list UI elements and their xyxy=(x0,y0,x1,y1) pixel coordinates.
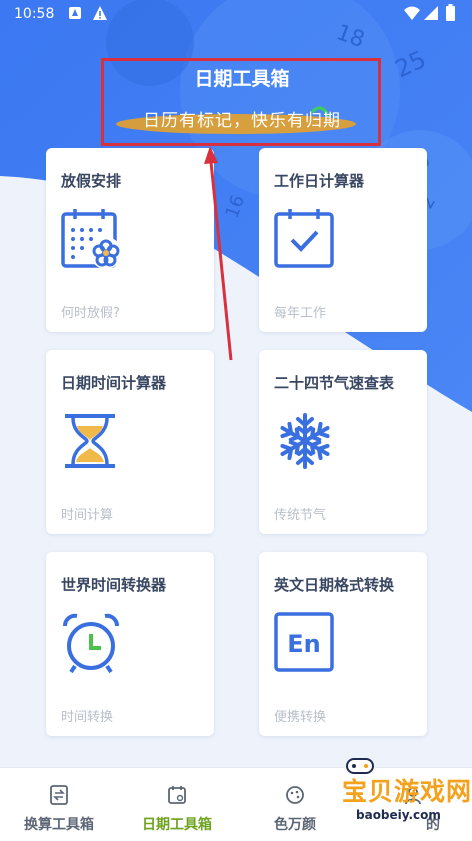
status-bar: 10:58 xyxy=(0,0,472,28)
card-english-date-format[interactable]: 英文日期格式转换 En 便携转换 xyxy=(259,552,427,736)
card-subtitle: 何时放假? xyxy=(61,306,120,321)
card-solar-terms-table[interactable]: 二十四节气速查表 传统节气 xyxy=(259,350,427,534)
card-title: 日期时间计算器 xyxy=(61,374,167,392)
snowflake-icon xyxy=(276,413,334,469)
card-title: 世界时间转换器 xyxy=(61,576,167,594)
card-holiday-schedule[interactable]: 放假安排 何时放假? xyxy=(46,148,214,332)
card-title: 工作日计算器 xyxy=(274,172,365,190)
card-title: 放假安排 xyxy=(61,172,122,190)
card-subtitle: 时间转换 xyxy=(61,710,114,725)
card-subtitle: 便携转换 xyxy=(274,710,327,725)
calendar-tools-icon xyxy=(168,786,186,804)
watermark: 宝贝游戏网 baobeiy.com xyxy=(296,752,472,840)
notification-app-icon xyxy=(69,7,81,19)
card-subtitle: 传统节气 xyxy=(274,508,327,523)
card-title: 二十四节气速查表 xyxy=(274,374,395,392)
annotation-box xyxy=(101,58,381,146)
watermark-url: baobeiy.com xyxy=(356,808,441,822)
tab-label: 日期工具箱 xyxy=(142,817,212,833)
calendar-flower-icon xyxy=(61,209,122,269)
signal-icon xyxy=(424,6,438,20)
status-time: 10:58 xyxy=(14,6,55,22)
card-workday-calculator[interactable]: 工作日计算器 每年工作 xyxy=(259,148,427,332)
watermark-text: 宝贝游戏网 xyxy=(342,777,472,806)
hourglass-icon xyxy=(65,414,115,468)
tab-converter-tools[interactable]: 换算工具箱 xyxy=(0,768,118,841)
calendar-check-icon xyxy=(274,209,334,268)
en-icon: En xyxy=(274,612,334,672)
card-title: 英文日期格式转换 xyxy=(274,576,395,594)
svg-text:En: En xyxy=(287,630,320,658)
card-world-time-converter[interactable]: 世界时间转换器 时间转换 xyxy=(46,552,214,736)
converter-icon xyxy=(50,785,68,805)
card-subtitle: 时间计算 xyxy=(61,508,114,523)
alarm-clock-icon xyxy=(63,613,119,674)
tab-label: 换算工具箱 xyxy=(24,817,94,833)
wifi-icon xyxy=(404,6,420,20)
card-date-time-calculator[interactable]: 日期时间计算器 时间计算 xyxy=(46,350,214,534)
card-subtitle: 每年工作 xyxy=(274,306,327,321)
tab-date-tools[interactable]: 日期工具箱 xyxy=(118,768,236,841)
warning-icon xyxy=(93,6,107,20)
battery-icon xyxy=(446,4,455,21)
